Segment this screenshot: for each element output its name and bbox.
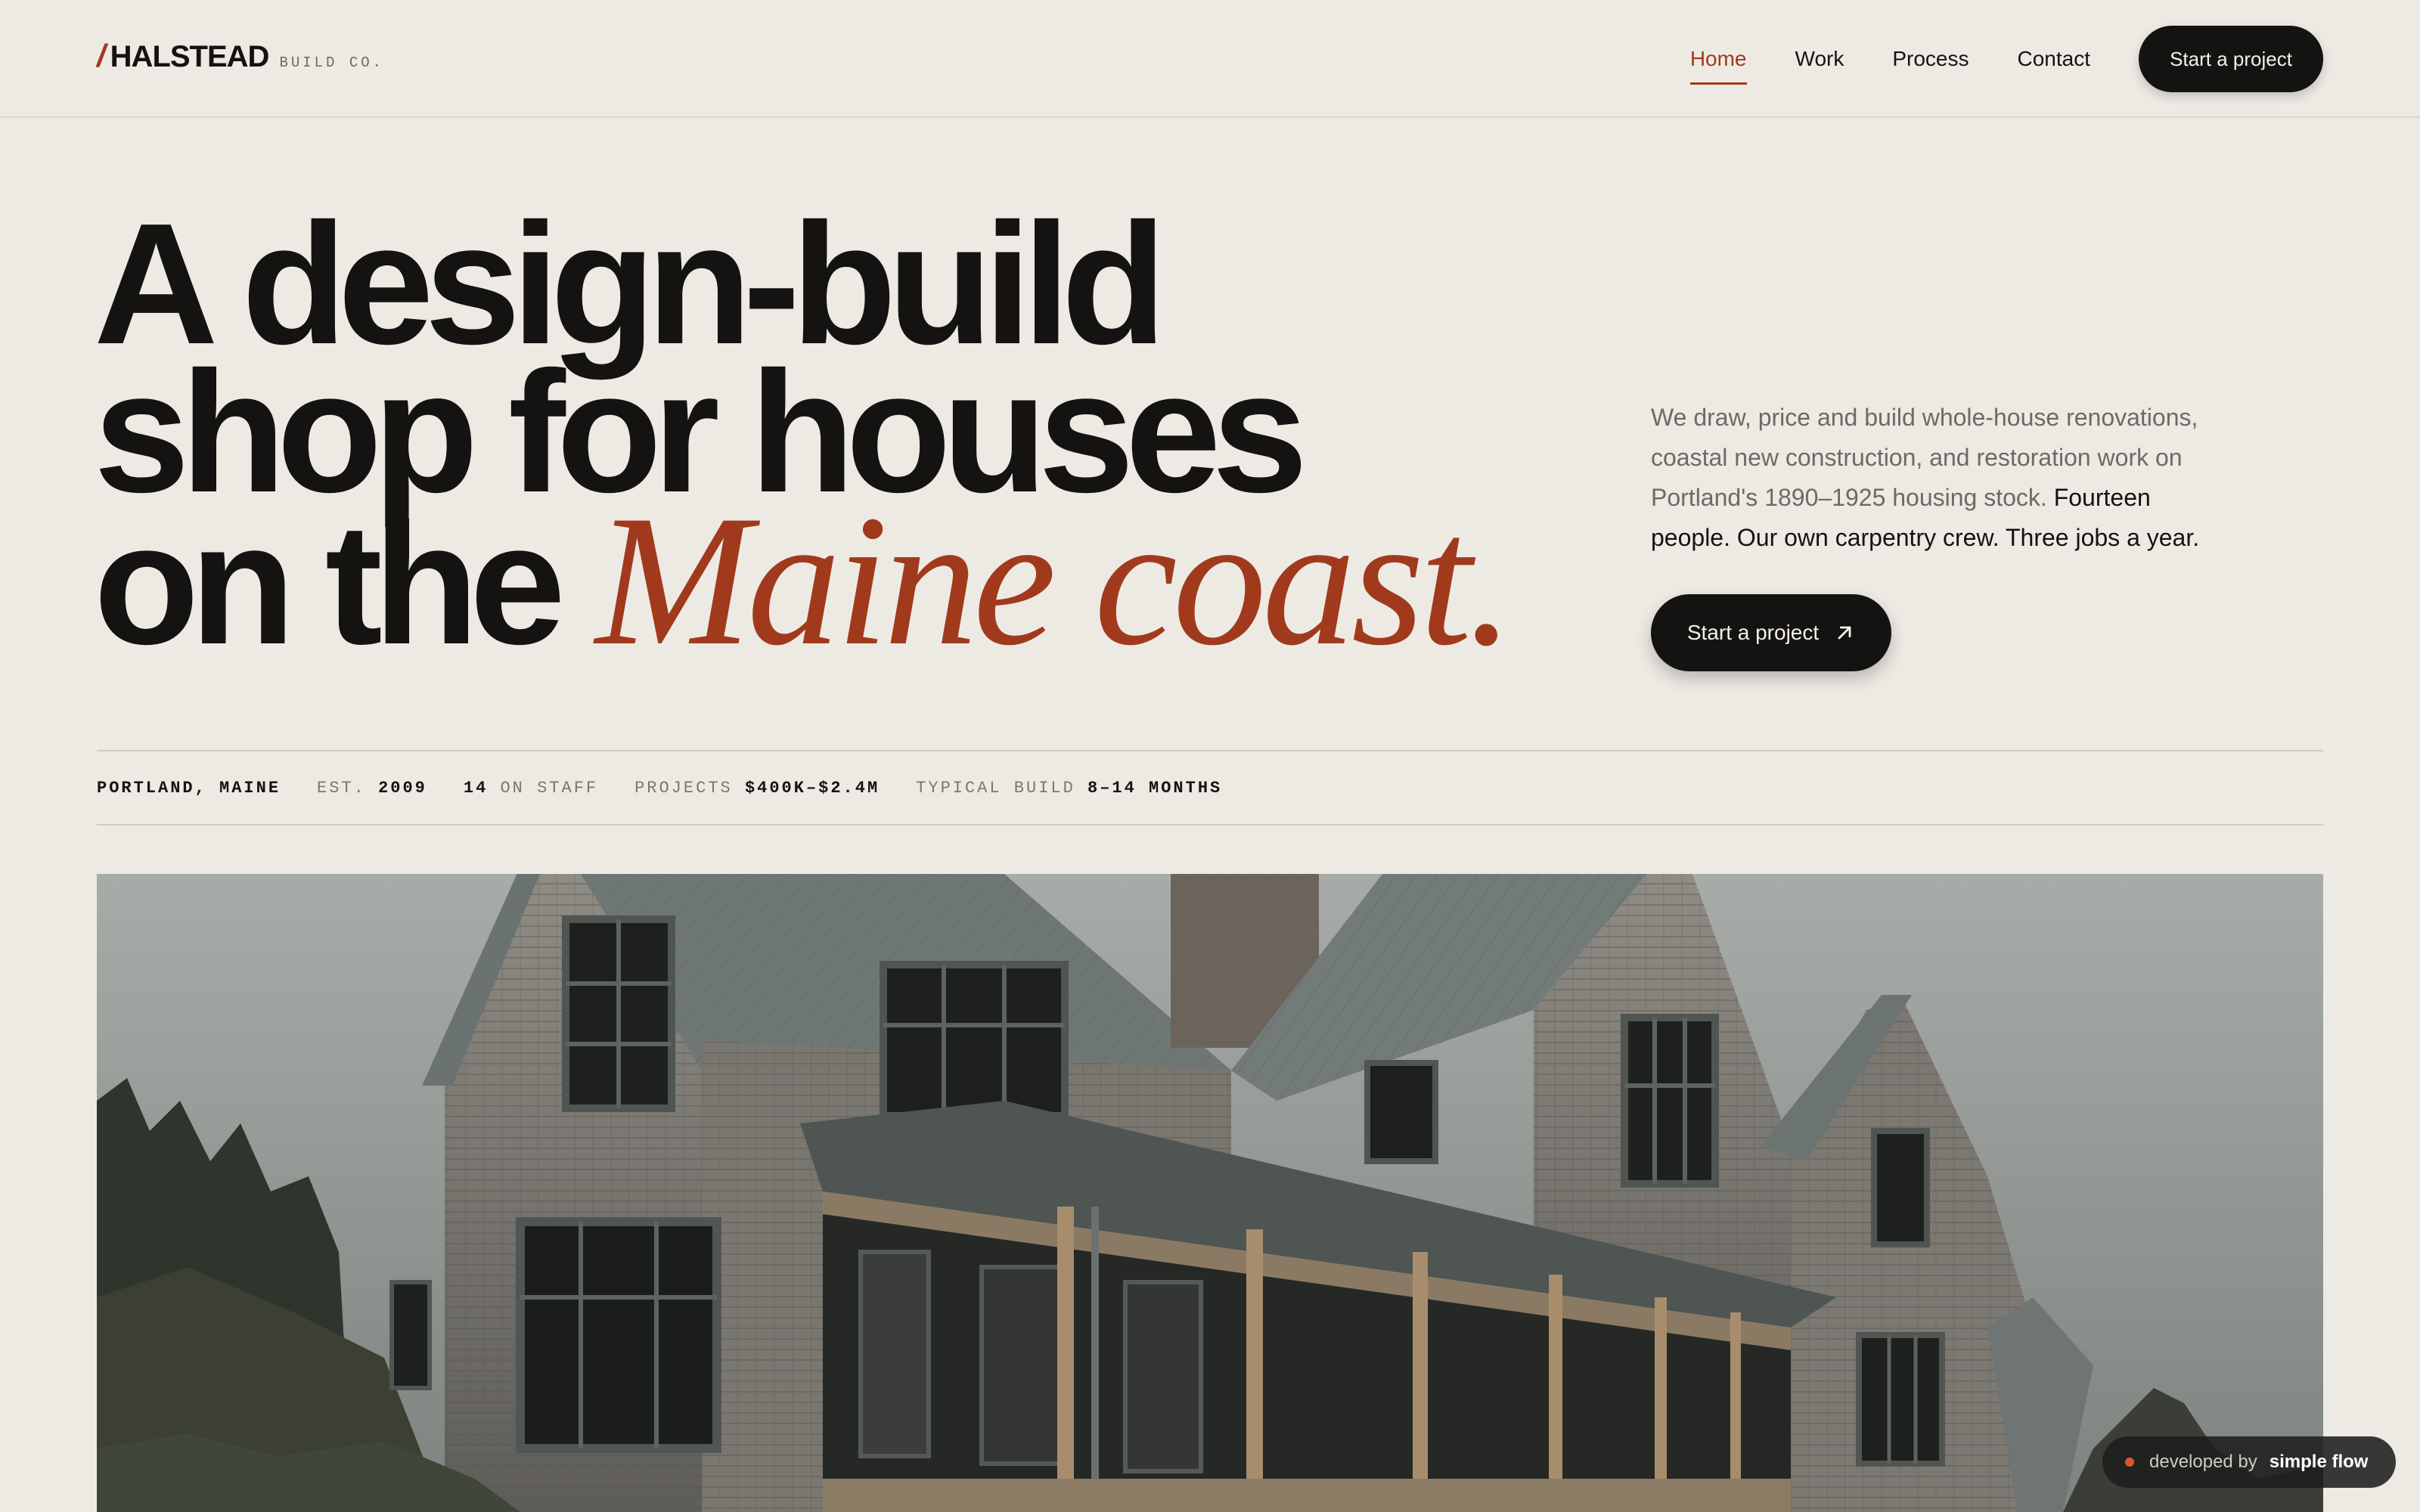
hero-start-project-button[interactable]: Start a project <box>1651 594 1891 671</box>
stat-established: EST. 2009 <box>317 779 427 798</box>
hero-cta-label: Start a project <box>1686 621 1820 644</box>
stat-projects-value: $400K–$2.4M <box>744 778 880 798</box>
main-nav: Home Work Process Contact Start a projec… <box>1689 26 2323 92</box>
nav-contact[interactable]: Contact <box>2018 26 2091 92</box>
brand-name: HALSTEAD <box>110 40 270 73</box>
stat-build-time-value: 8–14 MONTHS <box>1087 778 1223 798</box>
stat-projects-label: PROJECTS <box>634 778 733 798</box>
nav-home[interactable]: Home <box>1689 26 1747 92</box>
headline-line-3: on the Maine coast. <box>94 487 1514 674</box>
headline-accent: Maine coast. <box>595 476 1514 684</box>
stat-staff: 14 ON STAFF <box>464 779 598 798</box>
stat-build-time-label: TYPICAL BUILD <box>916 778 1075 798</box>
brand-slash: / <box>97 38 106 73</box>
hero-house-photo <box>97 874 2323 1512</box>
nav-work[interactable]: Work <box>1795 26 1844 92</box>
arrow-up-right-icon <box>1838 626 1851 640</box>
stat-location: PORTLAND, MAINE <box>97 779 281 798</box>
brand-subtitle: BUILD CO. <box>279 54 385 71</box>
status-dot-icon <box>2125 1458 2134 1467</box>
hero-intro: We draw, price and build whole-house ren… <box>1651 398 2226 558</box>
stat-staff-label: ON STAFF <box>500 778 599 798</box>
header-start-project-button[interactable]: Start a project <box>2139 26 2323 92</box>
site-header: / HALSTEAD BUILD CO. Home Work Process C… <box>0 0 2420 118</box>
stat-established-value: 2009 <box>378 778 427 798</box>
stat-location-value: PORTLAND, MAINE <box>97 778 281 798</box>
developer-badge-label: developed by <box>2149 1452 2257 1472</box>
house-illustration <box>97 874 2323 1512</box>
brand-logo[interactable]: / HALSTEAD BUILD CO. <box>97 38 384 74</box>
nav-process[interactable]: Process <box>1892 26 1969 92</box>
stat-staff-value: 14 <box>463 778 489 798</box>
stat-established-label: EST. <box>317 778 366 798</box>
stat-projects: PROJECTS $400K–$2.4M <box>634 779 880 798</box>
headline-line-3-text: on the <box>94 488 566 680</box>
stats-strip: PORTLAND, MAINE EST. 2009 14 ON STAFF PR… <box>97 750 2323 826</box>
developer-badge-name: simple flow <box>2269 1452 2369 1472</box>
developer-badge[interactable]: developed by simple flow <box>2102 1436 2396 1488</box>
stat-build-time: TYPICAL BUILD 8–14 MONTHS <box>916 779 1222 798</box>
hero-headline: A design-build shop for houses on the Ma… <box>94 198 1514 674</box>
